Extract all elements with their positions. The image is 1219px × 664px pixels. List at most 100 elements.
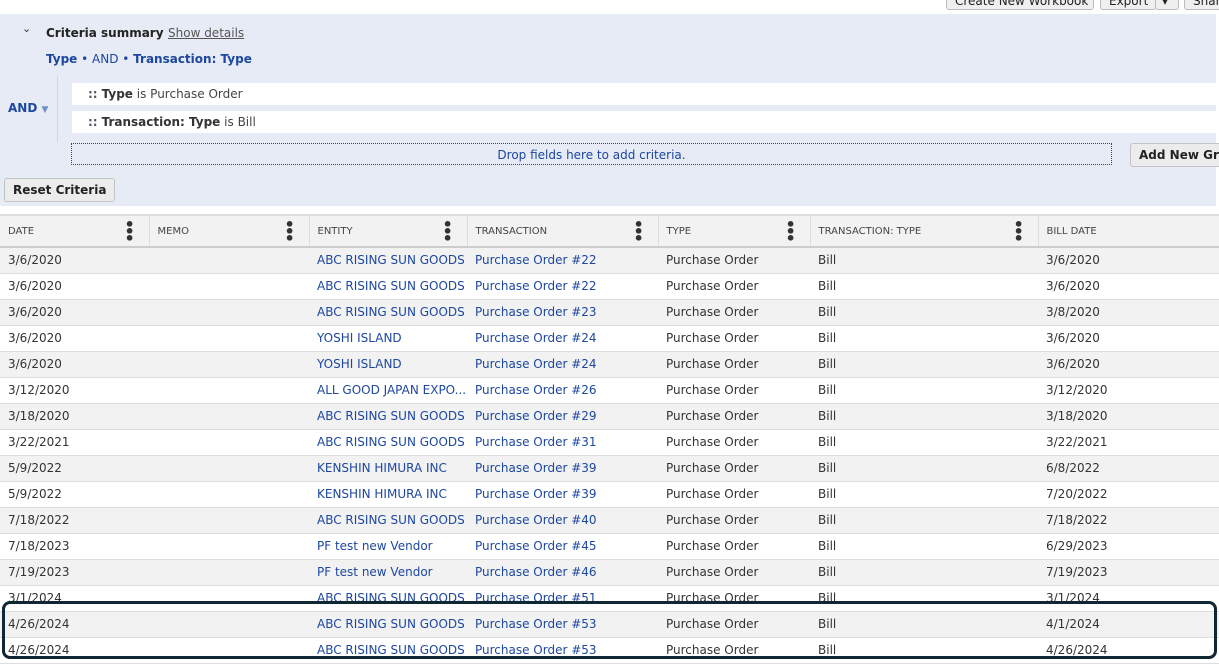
transaction-link[interactable]: Purchase Order #53 [467, 611, 658, 638]
drag-handle-icon[interactable]: :: [88, 115, 98, 129]
transaction-link[interactable]: Purchase Order #24 [467, 351, 658, 378]
transaction-type-cell: Bill [810, 429, 1038, 456]
column-menu-icon[interactable]: • • • [634, 217, 644, 247]
entity-link[interactable]: ABC RISING SUN GOODS [309, 637, 467, 664]
type-cell: Purchase Order [658, 325, 810, 352]
caret-down-icon: ▼ [41, 105, 49, 115]
memo-cell [149, 533, 309, 560]
reset-criteria-button[interactable]: Reset Criteria [4, 178, 116, 202]
type-cell: Purchase Order [658, 403, 810, 430]
share-button[interactable]: Share [1184, 0, 1219, 10]
entity-link[interactable]: ABC RISING SUN GOODS [309, 611, 467, 638]
transaction-link[interactable]: Purchase Order #45 [467, 533, 658, 560]
transaction-type-cell: Bill [810, 351, 1038, 378]
column-header-bill-date[interactable]: BILL DATE [1038, 214, 1219, 248]
column-menu-icon[interactable]: • • • [125, 217, 135, 247]
summary-field-transaction-type: Transaction: Type [133, 52, 252, 66]
create-new-workbook-button[interactable]: Create New Workbook [946, 0, 1094, 10]
column-header-memo[interactable]: MEMO • • • [149, 214, 310, 248]
table-row[interactable]: 5/9/2022 KENSHIN HIMURA INC Purchase Order… [0, 481, 1219, 508]
table-row[interactable]: 3/6/2020 YOSHI ISLAND Purchase Order #24 Pu… [0, 325, 1219, 352]
table-row[interactable]: 3/6/2020 ABC RISING SUN GOODS Purchase Ord… [0, 299, 1219, 326]
transaction-link[interactable]: Purchase Order #23 [467, 299, 658, 326]
transaction-link[interactable]: Purchase Order #22 [467, 273, 658, 300]
transaction-link[interactable]: Purchase Order #29 [467, 403, 658, 430]
column-header-transaction[interactable]: TRANSACTION • • • [467, 214, 659, 248]
transaction-link[interactable]: Purchase Order #51 [467, 585, 658, 612]
date-cell: 5/9/2022 [0, 481, 149, 508]
date-cell: 4/26/2024 [0, 637, 149, 664]
transaction-link[interactable]: Purchase Order #22 [467, 247, 658, 274]
column-menu-icon[interactable]: • • • [786, 217, 796, 247]
column-menu-icon[interactable]: • • • [443, 217, 453, 247]
table-row[interactable]: 3/18/2020 ABC RISING SUN GOODS Purchase Or… [0, 403, 1219, 430]
criteria-row[interactable]: :: Transaction: Type is Bill [72, 111, 1219, 133]
drag-handle-icon[interactable]: :: [88, 87, 98, 101]
column-header-type[interactable]: TYPE • • • [658, 214, 811, 248]
entity-link[interactable]: YOSHI ISLAND [309, 351, 467, 378]
transaction-link[interactable]: Purchase Order #26 [467, 377, 658, 404]
entity-link[interactable]: ABC RISING SUN GOODS [309, 403, 467, 430]
table-row[interactable]: 4/26/2024 ABC RISING SUN GOODS Purchase Or… [0, 611, 1219, 638]
table-row[interactable]: 5/9/2022 KENSHIN HIMURA INC Purchase Order… [0, 455, 1219, 482]
transaction-type-cell: Bill [810, 585, 1038, 612]
entity-link[interactable]: ABC RISING SUN GOODS [309, 507, 467, 534]
entity-link[interactable]: PF test new Vendor [309, 533, 467, 560]
collapse-chevron-icon[interactable]: ⌄ [22, 22, 31, 35]
export-menu-button[interactable]: ▾ [1155, 0, 1179, 10]
drop-fields-zone[interactable]: Drop fields here to add criteria. [71, 143, 1112, 165]
entity-link[interactable]: KENSHIN HIMURA INC [309, 455, 467, 482]
add-new-group-button[interactable]: Add New Group [1130, 143, 1219, 167]
entity-link[interactable]: ABC RISING SUN GOODS [309, 299, 467, 326]
transaction-link[interactable]: Purchase Order #40 [467, 507, 658, 534]
export-button[interactable]: Export [1100, 0, 1156, 10]
table-row[interactable]: 7/19/2023 PF test new Vendor Purchase Orde… [0, 559, 1219, 586]
transaction-link[interactable]: Purchase Order #53 [467, 637, 658, 664]
memo-cell [149, 403, 309, 430]
criteria-row[interactable]: :: Type is Purchase Order [72, 83, 1219, 105]
entity-link[interactable]: ABC RISING SUN GOODS [309, 585, 467, 612]
transaction-link[interactable]: Purchase Order #39 [467, 455, 658, 482]
bill-date-cell: 3/6/2020 [1038, 273, 1219, 300]
table-row[interactable]: 4/26/2024 ABC RISING SUN GOODS Purchase Or… [0, 637, 1219, 664]
transaction-link[interactable]: Purchase Order #31 [467, 429, 658, 456]
column-menu-icon[interactable]: • • • [285, 217, 295, 247]
entity-link[interactable]: ABC RISING SUN GOODS [309, 429, 467, 456]
transaction-type-cell: Bill [810, 559, 1038, 586]
type-cell: Purchase Order [658, 299, 810, 326]
transaction-type-cell: Bill [810, 247, 1038, 274]
column-label: TRANSACTION: TYPE [818, 225, 922, 237]
date-cell: 3/12/2020 [0, 377, 149, 404]
table-row[interactable]: 7/18/2022 ABC RISING SUN GOODS Purchase Or… [0, 507, 1219, 534]
entity-link[interactable]: ABC RISING SUN GOODS [309, 247, 467, 274]
operator-dropdown[interactable]: AND ▼ [8, 101, 48, 115]
transaction-link[interactable]: Purchase Order #24 [467, 325, 658, 352]
column-header-entity[interactable]: ENTITY • • • [309, 214, 468, 248]
table-row[interactable]: 3/1/2024 ABC RISING SUN GOODS Purchase Ord… [0, 585, 1219, 612]
transaction-link[interactable]: Purchase Order #39 [467, 481, 658, 508]
entity-link[interactable]: PF test new Vendor [309, 559, 467, 586]
entity-link[interactable]: ALL GOOD JAPAN EXPO... [309, 377, 467, 404]
column-header-transaction-type[interactable]: TRANSACTION: TYPE • • • [810, 214, 1039, 248]
column-menu-icon[interactable]: • • • [1014, 217, 1024, 247]
table-row[interactable]: 3/6/2020 YOSHI ISLAND Purchase Order #24 Pu… [0, 351, 1219, 378]
entity-link[interactable]: YOSHI ISLAND [309, 325, 467, 352]
memo-cell [149, 585, 309, 612]
table-row[interactable]: 3/22/2021 ABC RISING SUN GOODS Purchase Or… [0, 429, 1219, 456]
transaction-link[interactable]: Purchase Order #46 [467, 559, 658, 586]
table-row[interactable]: 3/6/2020 ABC RISING SUN GOODS Purchase Ord… [0, 273, 1219, 300]
entity-link[interactable]: ABC RISING SUN GOODS [309, 273, 467, 300]
column-header-date[interactable]: DATE • • • [0, 214, 150, 248]
table-row[interactable]: 3/12/2020 ALL GOOD JAPAN EXPO... Purchase … [0, 377, 1219, 404]
show-details-link[interactable]: Show details [168, 26, 244, 40]
type-cell: Purchase Order [658, 273, 810, 300]
entity-link[interactable]: KENSHIN HIMURA INC [309, 481, 467, 508]
type-cell: Purchase Order [658, 429, 810, 456]
transaction-type-cell: Bill [810, 325, 1038, 352]
type-cell: Purchase Order [658, 585, 810, 612]
column-label: MEMO [157, 225, 189, 237]
memo-cell [149, 377, 309, 404]
group-connector [57, 76, 58, 142]
table-row[interactable]: 7/18/2023 PF test new Vendor Purchase Orde… [0, 533, 1219, 560]
table-row[interactable]: 3/6/2020 ABC RISING SUN GOODS Purchase Ord… [0, 247, 1219, 274]
